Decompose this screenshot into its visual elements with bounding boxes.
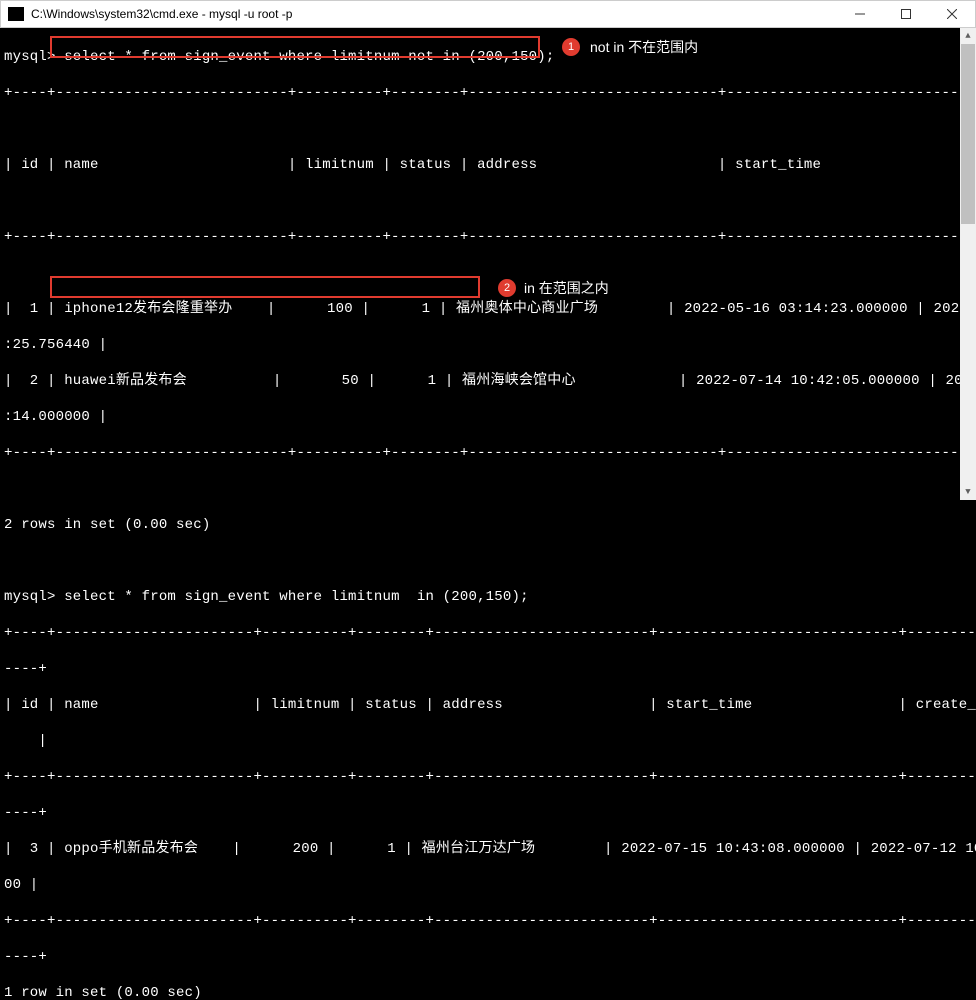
terminal-output[interactable]: mysql> select * from sign_event where li… (0, 28, 976, 1000)
table-header-wrap: | (4, 732, 972, 750)
scroll-down-arrow-icon[interactable]: ▼ (960, 484, 976, 500)
table-border: +----+---------------------------+------… (4, 84, 972, 102)
table-border: +----+-----------------------+----------… (4, 912, 972, 930)
rows-in-set: 2 rows in set (0.00 sec) (4, 516, 972, 534)
table-border: +----+-----------------------+----------… (4, 768, 972, 786)
blank-line (4, 552, 972, 570)
table-row: | 3 | oppo手机新品发布会 | 200 | 1 | 福州台江万达广场 |… (4, 840, 972, 858)
blank-line (4, 480, 972, 498)
table-row: | 1 | iphone12发布会隆重举办 | 100 | 1 | 福州奥体中心… (4, 300, 972, 318)
table-border-wrap: ----+ (4, 948, 972, 966)
table-border: +----+---------------------------+------… (4, 444, 972, 462)
vertical-scrollbar[interactable]: ▲ ▼ (960, 28, 976, 500)
sql-query-1: select * from sign_event where limitnum … (56, 49, 555, 65)
table-header: | id | name | limitnum | status | addres… (4, 696, 972, 714)
prompt: mysql> (4, 589, 56, 605)
close-button[interactable] (929, 1, 975, 27)
annotation-badge-1: 1 (562, 38, 580, 56)
table-row-wrap: :25.756440 | (4, 336, 972, 354)
table-row-wrap: 00 | (4, 876, 972, 894)
table-border-wrap: ----+ (4, 804, 972, 822)
blank-line (4, 120, 972, 138)
annotation-text-1: not in 不在范围内 (590, 37, 698, 57)
table-border: +----+-----------------------+----------… (4, 624, 972, 642)
scrollbar-thumb[interactable] (961, 44, 975, 224)
scroll-up-arrow-icon[interactable]: ▲ (960, 28, 976, 44)
table-row-wrap: :14.000000 | (4, 408, 972, 426)
window-titlebar: C:\Windows\system32\cmd.exe - mysql -u r… (0, 0, 976, 28)
annotation-text-2: in 在范围之内 (524, 278, 609, 298)
blank-line (4, 264, 972, 282)
maximize-button[interactable] (883, 1, 929, 27)
table-header: | id | name | limitnum | status | addres… (4, 156, 972, 174)
prompt: mysql> (4, 49, 56, 65)
table-border: +----+---------------------------+------… (4, 228, 972, 246)
sql-query-2: select * from sign_event where limitnum … (56, 589, 529, 605)
blank-line (4, 192, 972, 210)
window-title: C:\Windows\system32\cmd.exe - mysql -u r… (27, 7, 837, 21)
cmd-icon (5, 3, 27, 25)
rows-in-set: 1 row in set (0.00 sec) (4, 984, 972, 1000)
annotation-badge-2: 2 (498, 279, 516, 297)
window-controls (837, 1, 975, 27)
table-border-wrap: ----+ (4, 660, 972, 678)
table-row: | 2 | huawei新品发布会 | 50 | 1 | 福州海峡会馆中心 | … (4, 372, 972, 390)
minimize-button[interactable] (837, 1, 883, 27)
